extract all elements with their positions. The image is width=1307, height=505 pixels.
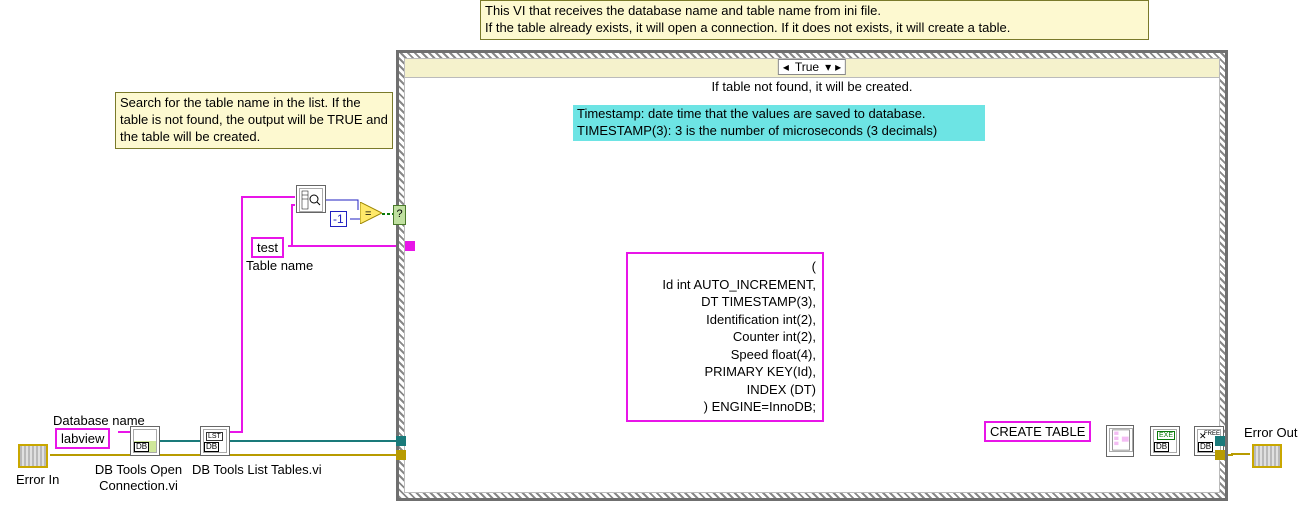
database-name-constant[interactable]: labview — [55, 428, 110, 449]
db-list-tables-vi[interactable]: LST DB — [200, 426, 230, 456]
db-open-connection-label: DB Tools Open Connection.vi — [86, 462, 191, 493]
connection-tunnel-out — [1215, 436, 1225, 446]
concat-strings-fn[interactable] — [1106, 425, 1134, 457]
error-in-terminal[interactable] — [18, 444, 48, 468]
case-dropdown-icon[interactable]: ▾ — [823, 60, 833, 74]
case-selector[interactable]: ◂ True ▾ ▸ — [778, 59, 846, 75]
search-1d-array-fn[interactable] — [296, 185, 326, 213]
db-open-connection-vi[interactable]: DB — [130, 426, 160, 456]
table-name-constant[interactable]: test — [251, 237, 284, 258]
db-execute-query-vi[interactable]: EXE DB — [1150, 426, 1180, 456]
neg1-constant[interactable]: -1 — [330, 211, 347, 227]
sql-string-constant[interactable]: ( Id int AUTO_INCREMENT, DT TIMESTAMP(3)… — [626, 252, 824, 422]
case-selector-tunnel: ? — [393, 205, 406, 225]
error-in-label: Error In — [16, 472, 59, 487]
svg-text:=: = — [365, 208, 371, 220]
db-list-tables-label: DB Tools List Tables.vi — [192, 462, 322, 477]
timestamp-comment: Timestamp: date time that the values are… — [573, 105, 985, 141]
case-header: ◂ True ▾ ▸ — [405, 59, 1219, 78]
string-tunnel-tablename — [405, 241, 415, 251]
case-subtitle: If table not found, it will be created. — [405, 79, 1219, 94]
search-comment: Search for the table name in the list. I… — [115, 92, 393, 149]
table-name-label: Table name — [246, 258, 313, 273]
top-comment: This VI that receives the database name … — [480, 0, 1149, 40]
create-table-constant[interactable]: CREATE TABLE — [984, 421, 1091, 442]
error-tunnel-out — [1215, 450, 1225, 460]
error-out-label: Error Out — [1244, 425, 1297, 440]
connection-tunnel-in — [396, 436, 406, 446]
next-case-arrow[interactable]: ▸ — [833, 60, 843, 74]
case-value: True — [791, 60, 823, 74]
error-out-terminal[interactable] — [1252, 444, 1282, 468]
prev-case-arrow[interactable]: ◂ — [781, 60, 791, 74]
error-tunnel-in — [396, 450, 406, 460]
equals-fn[interactable]: = — [360, 202, 382, 224]
